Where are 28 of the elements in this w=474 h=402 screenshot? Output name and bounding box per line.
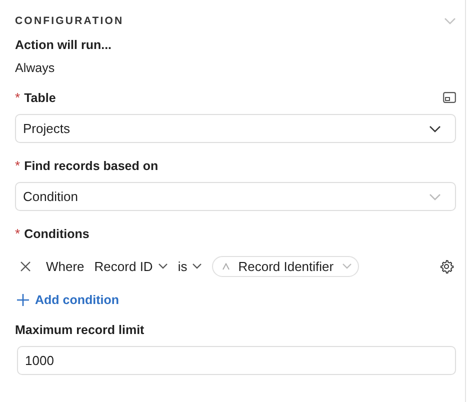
field-label: Maximum record limit <box>15 323 144 337</box>
run-label: Action will run... <box>15 38 113 52</box>
settings-icon[interactable] <box>439 258 454 274</box>
window-icon[interactable] <box>443 92 456 103</box>
value-dropdown[interactable]: Record Identifier <box>212 256 359 276</box>
chevron-icon <box>158 263 168 269</box>
close-icon[interactable] <box>20 260 31 272</box>
chevron-icon <box>429 192 441 200</box>
field-label: Find records based on <box>24 159 158 173</box>
where-text: Where <box>46 258 84 274</box>
field-dropdown[interactable]: Record ID <box>94 258 168 274</box>
input-field[interactable]: 1000 <box>17 346 456 375</box>
chevron-icon <box>429 124 441 132</box>
section-title: CONFIGURATION <box>15 15 124 27</box>
required-marker: * <box>15 90 20 105</box>
run-value: Always <box>15 61 56 75</box>
add-condition-button[interactable]: Add condition <box>15 293 120 307</box>
chevron-icon <box>192 263 202 269</box>
chevron-icon <box>342 263 352 269</box>
field-label: Table <box>24 91 56 105</box>
required-marker: * <box>15 158 20 173</box>
text-type-icon <box>222 262 230 270</box>
field-label: Conditions <box>24 227 90 241</box>
operator-dropdown[interactable]: is <box>178 258 202 274</box>
required-marker: * <box>15 226 20 241</box>
select-field[interactable]: Condition <box>15 182 456 211</box>
plus-icon <box>17 294 29 306</box>
select-field[interactable]: Projects <box>15 114 456 143</box>
